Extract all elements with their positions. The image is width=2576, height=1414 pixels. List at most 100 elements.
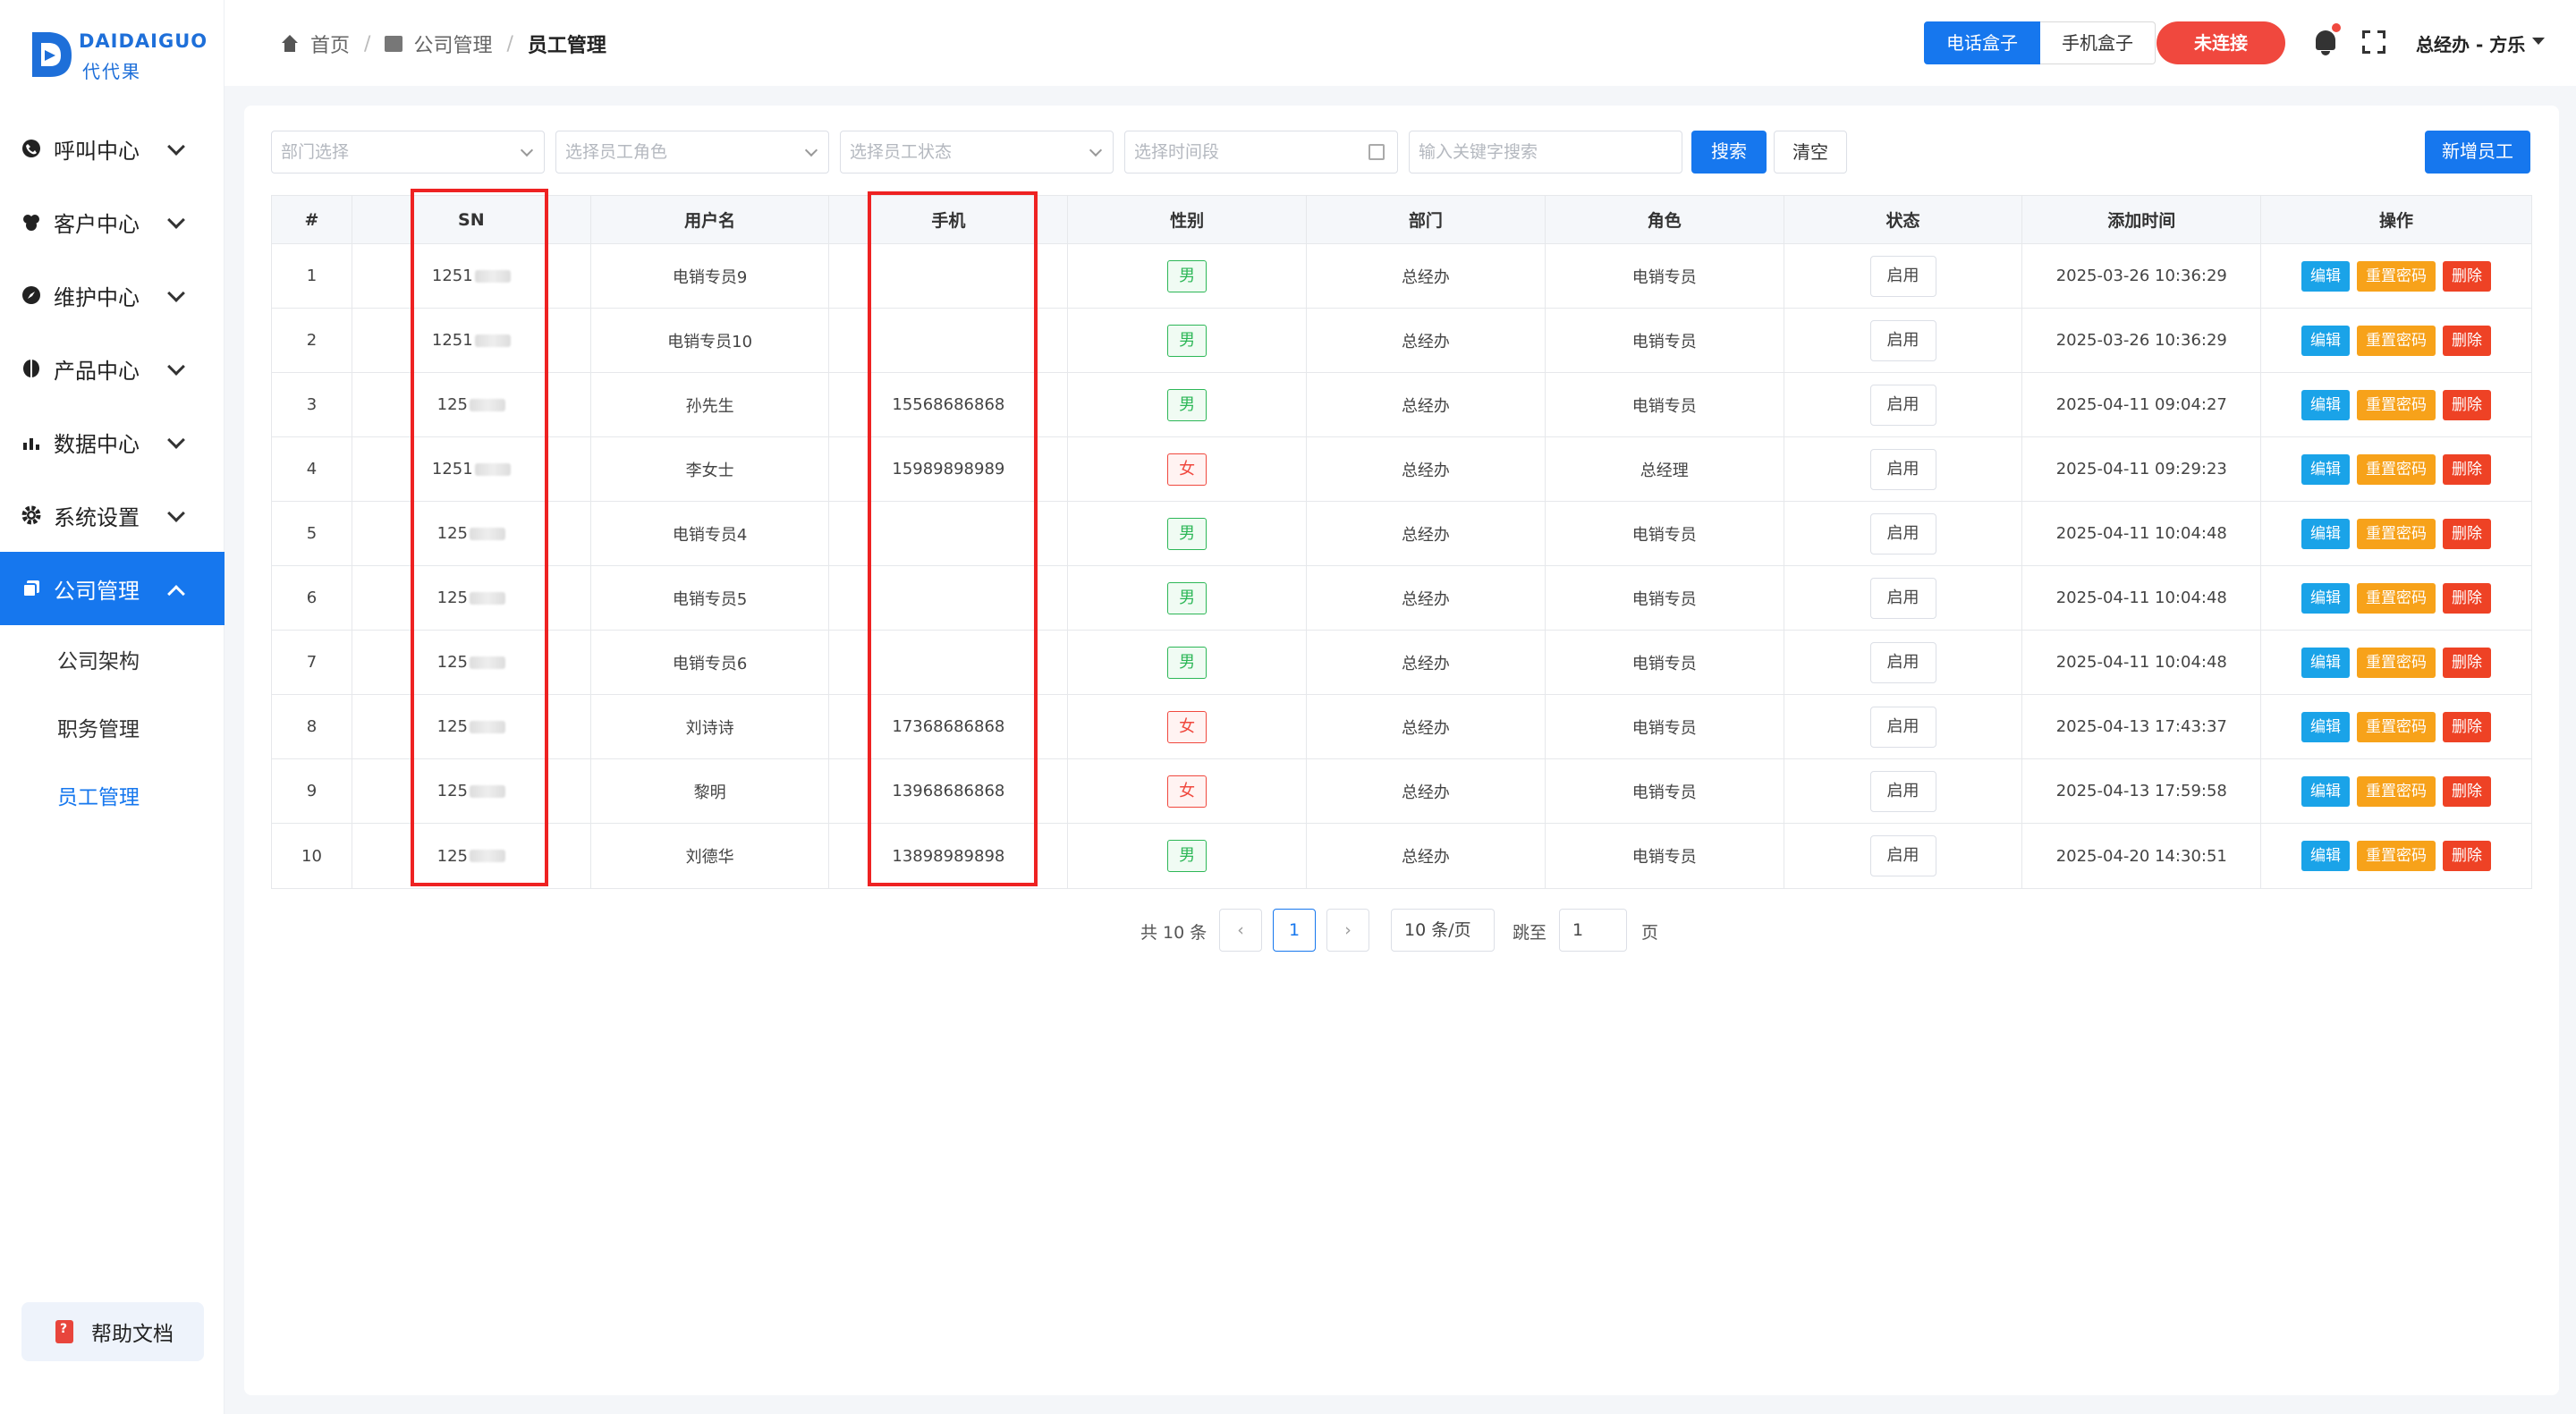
status-toggle-button[interactable]: 启用 <box>1869 384 1936 426</box>
dept-cell: 总经办 <box>1307 437 1546 501</box>
jump-page-input[interactable]: 1 <box>1559 909 1627 952</box>
delete-button[interactable]: 删除 <box>2443 582 2492 614</box>
delete-button[interactable]: 删除 <box>2443 260 2492 292</box>
page-number-button[interactable]: 1 <box>1273 909 1316 952</box>
username-cell: 黎明 <box>591 759 830 823</box>
sidebar-item-label: 系统设置 <box>54 504 140 530</box>
breadcrumb-company-management[interactable]: 公司管理 <box>413 30 492 58</box>
actions-cell: 编辑 重置密码 删除 <box>2261 373 2531 436</box>
next-page-button[interactable]: › <box>1326 909 1369 952</box>
sidebar-item-system-settings[interactable]: 系统设置 <box>0 478 225 552</box>
status-cell: 启用 <box>1784 502 2023 565</box>
reset-password-button[interactable]: 重置密码 <box>2357 518 2436 549</box>
edit-button[interactable]: 编辑 <box>2301 582 2351 614</box>
fullscreen-icon[interactable] <box>2362 30 2385 54</box>
reset-password-button[interactable]: 重置密码 <box>2357 711 2436 742</box>
column-header: SN <box>352 196 591 243</box>
sidebar-subitem-company-structure[interactable]: 公司架构 <box>0 625 225 693</box>
edit-button[interactable]: 编辑 <box>2301 260 2351 292</box>
breadcrumb-current: 员工管理 <box>527 35 606 57</box>
clear-button[interactable]: 清空 <box>1774 131 1847 174</box>
edit-button[interactable]: 编辑 <box>2301 325 2351 356</box>
user-menu[interactable]: 总经办 - 方乐 <box>2416 30 2525 56</box>
chevron-down-icon <box>1089 143 1103 157</box>
edit-button[interactable]: 编辑 <box>2301 453 2351 485</box>
delete-button[interactable]: 删除 <box>2443 647 2492 678</box>
status-select[interactable]: 选择员工状态 <box>840 131 1114 174</box>
role-cell: 电销专员 <box>1546 244 1784 308</box>
sidebar-item-data-center[interactable]: 数据中心 <box>0 405 225 478</box>
edit-button[interactable]: 编辑 <box>2301 518 2351 549</box>
status-toggle-button[interactable]: 启用 <box>1869 577 1936 619</box>
status-toggle-button[interactable]: 启用 <box>1869 448 1936 490</box>
phone-box-tab[interactable]: 电话盒子 <box>1924 21 2040 64</box>
status-toggle-button[interactable]: 启用 <box>1869 255 1936 297</box>
sidebar-subitem-position-management[interactable]: 职务管理 <box>0 693 225 761</box>
status-toggle-button[interactable]: 启用 <box>1869 512 1936 555</box>
gender-cell: 男 <box>1068 631 1308 694</box>
sidebar-item-customer-center[interactable]: 客户中心 <box>0 185 225 258</box>
sidebar-item-company-management[interactable]: 公司管理 <box>0 552 225 625</box>
reset-password-button[interactable]: 重置密码 <box>2357 582 2436 614</box>
status-toggle-button[interactable]: 启用 <box>1869 770 1936 812</box>
delete-button[interactable]: 删除 <box>2443 389 2492 420</box>
reset-password-button[interactable]: 重置密码 <box>2357 647 2436 678</box>
status-toggle-button[interactable]: 启用 <box>1869 641 1936 683</box>
reset-password-button[interactable]: 重置密码 <box>2357 389 2436 420</box>
prev-page-button[interactable]: ‹ <box>1219 909 1262 952</box>
chevron-down-icon <box>167 431 185 449</box>
username-cell: 电销专员6 <box>591 631 830 694</box>
sidebar-item-product-center[interactable]: 产品中心 <box>0 332 225 405</box>
delete-button[interactable]: 删除 <box>2443 518 2492 549</box>
delete-button[interactable]: 删除 <box>2443 453 2492 485</box>
caret-down-icon[interactable] <box>2532 38 2545 45</box>
phone-cell <box>829 631 1069 694</box>
delete-button[interactable]: 删除 <box>2443 711 2492 742</box>
column-header: 手机 <box>829 196 1069 243</box>
sn-redacted <box>469 398 505 411</box>
sidebar-subitem-employee-management[interactable]: 员工管理 <box>0 761 225 829</box>
status-cell: 启用 <box>1784 759 2023 823</box>
delete-button[interactable]: 删除 <box>2443 775 2492 807</box>
delete-button[interactable]: 删除 <box>2443 325 2492 356</box>
bell-icon[interactable] <box>2314 23 2341 57</box>
reset-password-button[interactable]: 重置密码 <box>2357 260 2436 292</box>
status-toggle-button[interactable]: 启用 <box>1869 835 1936 876</box>
sidebar-item-call-center[interactable]: 呼叫中心 <box>0 112 225 185</box>
mobile-box-tab[interactable]: 手机盒子 <box>2040 21 2156 64</box>
breadcrumb-separator: / <box>506 32 513 55</box>
row-index: 2 <box>272 309 352 372</box>
help-docs-button[interactable]: 帮助文档 <box>21 1302 204 1361</box>
status-toggle-button[interactable]: 启用 <box>1869 319 1936 361</box>
connection-status-button[interactable]: 未连接 <box>2157 21 2285 64</box>
reset-password-button[interactable]: 重置密码 <box>2357 325 2436 356</box>
delete-button[interactable]: 删除 <box>2443 841 2492 871</box>
dept-cell: 总经办 <box>1307 824 1546 888</box>
reset-password-button[interactable]: 重置密码 <box>2357 841 2436 871</box>
edit-button[interactable]: 编辑 <box>2301 389 2351 420</box>
phone-cell <box>829 502 1069 565</box>
breadcrumb-home[interactable]: 首页 <box>310 30 350 58</box>
date-range-picker[interactable]: 选择时间段 <box>1124 131 1398 174</box>
edit-button[interactable]: 编辑 <box>2301 775 2351 807</box>
status-toggle-button[interactable]: 启用 <box>1869 706 1936 748</box>
column-header: 性别 <box>1068 196 1308 243</box>
edit-button[interactable]: 编辑 <box>2301 711 2351 742</box>
table-row: 6 125 电销专员5 男总经办 电销专员 启用 2025-04-11 10:04:48 编辑… <box>272 566 2531 631</box>
page-size-select[interactable]: 10 条/页 <box>1391 909 1495 952</box>
actions-cell: 编辑 重置密码 删除 <box>2261 244 2531 308</box>
role-select[interactable]: 选择员工角色 <box>555 131 829 174</box>
sidebar-item-maintenance-center[interactable]: 维护中心 <box>0 258 225 332</box>
chevron-down-icon <box>804 143 818 157</box>
search-button[interactable]: 搜索 <box>1691 131 1767 174</box>
add-employee-button[interactable]: 新增员工 <box>2425 131 2530 174</box>
edit-button[interactable]: 编辑 <box>2301 841 2351 871</box>
keyword-search-input[interactable]: 输入关键字搜索 <box>1409 131 1682 174</box>
reset-password-button[interactable]: 重置密码 <box>2357 775 2436 807</box>
pagination-total: 共 10 条 <box>1140 923 1208 943</box>
dept-select[interactable]: 部门选择 <box>271 131 545 174</box>
logo[interactable]: DAIDAIGUO 代代果 <box>27 25 207 88</box>
created-time-cell: 2025-04-20 14:30:51 <box>2022 824 2262 888</box>
reset-password-button[interactable]: 重置密码 <box>2357 453 2436 485</box>
edit-button[interactable]: 编辑 <box>2301 647 2351 678</box>
